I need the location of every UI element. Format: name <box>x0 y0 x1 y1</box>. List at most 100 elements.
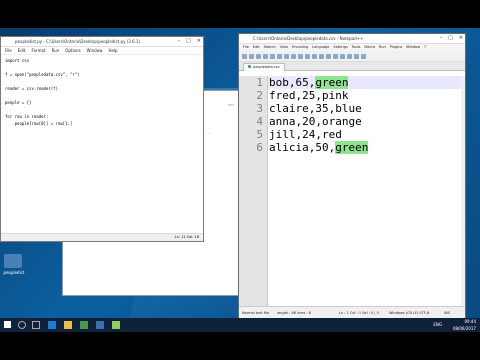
idle-code-area[interactable]: import csv f = open("peopledata.csv", "r… <box>1 55 203 129</box>
zoom-out-icon[interactable] <box>340 53 345 59</box>
close-file-icon[interactable] <box>270 53 275 59</box>
line-number-gutter: 1 2 3 4 5 6 <box>239 76 268 307</box>
console-text: >>> <box>228 103 235 107</box>
text-line: jill,24,red <box>269 128 342 141</box>
menu-options[interactable]: Options <box>65 48 80 53</box>
menu-format[interactable]: Format <box>31 48 45 53</box>
search-icon[interactable] <box>18 321 26 329</box>
python-icon[interactable] <box>96 321 104 329</box>
minimize-icon[interactable]: – <box>440 35 443 41</box>
menu-plugins[interactable]: Plugins <box>390 45 403 49</box>
minimize-icon[interactable]: – <box>178 38 181 44</box>
record-macro-icon[interactable] <box>354 53 359 59</box>
clock-date: 08/06/2017 <box>452 326 476 331</box>
idle-menu-bar: File Edit Format Run Options Window Help <box>1 47 203 55</box>
screen: peopledict >>> ... ... ... peopledict.py… <box>0 0 480 360</box>
line-text: jill,24,red <box>269 128 342 141</box>
play-macro-icon[interactable] <box>361 53 366 59</box>
cut-icon[interactable] <box>284 53 289 59</box>
search-highlight: green <box>315 76 349 89</box>
close-icon[interactable]: ✕ <box>459 35 463 41</box>
menu-encoding[interactable]: Encoding <box>292 45 308 49</box>
undo-icon[interactable] <box>305 53 310 59</box>
zoom-in-icon[interactable] <box>333 53 338 59</box>
menu-run[interactable]: Run <box>52 48 60 53</box>
idle-titlebar[interactable]: peopledict.py - C:\Users\Ontario\Desktop… <box>1 37 203 47</box>
text-line: bob,65,green <box>269 76 349 89</box>
npp-tab-bar: peopledata.csv <box>239 62 465 71</box>
maximize-icon[interactable]: □ <box>448 35 453 41</box>
windows-start-icon[interactable] <box>4 321 11 328</box>
npp-titlebar[interactable]: C:\Users\Ontario\Desktop\peopledata.csv … <box>239 34 465 44</box>
code-line: people = {} <box>5 100 32 105</box>
store-icon[interactable] <box>80 321 88 329</box>
menu-run[interactable]: Run <box>379 45 386 49</box>
tab-peopledata[interactable]: peopledata.csv <box>243 63 285 71</box>
open-file-icon[interactable] <box>249 53 254 59</box>
paste-icon[interactable] <box>298 53 303 59</box>
text-line: anna,20,orange <box>269 115 362 128</box>
desktop-icon-label: peopledict <box>3 270 25 275</box>
menu-window[interactable]: Window <box>406 45 420 49</box>
npp-toolbar <box>239 51 465 62</box>
line-number: 4 <box>256 115 263 128</box>
saved-file-icon <box>248 65 251 68</box>
wrap-icon[interactable] <box>347 53 352 59</box>
npp-menu-bar: File Edit Search View Encoding Language Settin… <box>239 44 465 51</box>
menu-view[interactable]: View <box>280 45 288 49</box>
menu-help[interactable]: ? <box>424 45 426 49</box>
line-text: fred,25,pink <box>269 89 349 102</box>
line-number: 2 <box>256 89 263 102</box>
python-file-icon[interactable] <box>4 254 22 268</box>
file-explorer-icon[interactable] <box>64 321 72 329</box>
menu-language[interactable]: Language <box>312 45 329 49</box>
npp-editor[interactable]: 1 2 3 4 5 6 bob,65,green fred,25,pink cl… <box>239 76 465 307</box>
save-icon[interactable] <box>256 53 261 59</box>
language-indicator[interactable]: ENG <box>433 318 442 332</box>
line-number: 3 <box>256 102 263 115</box>
menu-window[interactable]: Window <box>87 48 103 53</box>
find-icon[interactable] <box>319 53 324 59</box>
menu-tools[interactable]: Tools <box>352 45 361 49</box>
replace-icon[interactable] <box>326 53 331 59</box>
edge-icon[interactable] <box>48 321 56 329</box>
line-number: 5 <box>256 128 263 141</box>
menu-macro[interactable]: Macro <box>364 45 375 49</box>
notepadpp-window[interactable]: C:\Users\Ontario\Desktop\peopledata.csv … <box>238 33 466 320</box>
new-file-icon[interactable] <box>242 53 247 59</box>
npp-title: C:\Users\Ontario\Desktop\peopledata.csv … <box>253 36 364 41</box>
tab-label: peopledata.csv <box>253 65 280 69</box>
menu-edit[interactable]: Edit <box>18 48 26 53</box>
menu-help[interactable]: Help <box>108 48 117 53</box>
system-tray[interactable]: 09:44 08/06/2017 <box>453 318 476 332</box>
copy-icon[interactable] <box>291 53 296 59</box>
line-text: alicia,50, <box>269 141 336 154</box>
menu-settings[interactable]: Settings <box>333 45 347 49</box>
idle-editor-window[interactable]: peopledict.py - C:\Users\Ontario\Desktop… <box>0 36 204 242</box>
text-line: claire,35,blue <box>269 102 362 115</box>
close-icon[interactable]: ✕ <box>197 38 201 44</box>
menu-edit[interactable]: Edit <box>253 45 260 49</box>
menu-search[interactable]: Search <box>264 45 276 49</box>
save-all-icon[interactable] <box>263 53 268 59</box>
code-line: f = open("peopledata.csv", "r") <box>5 72 80 77</box>
task-view-icon[interactable] <box>32 321 40 329</box>
text-line: fred,25,pink <box>269 89 348 102</box>
redo-icon[interactable] <box>312 53 317 59</box>
code-line: reader = csv.reader(f) <box>5 86 58 91</box>
notepadpp-icon[interactable] <box>112 321 120 329</box>
menu-file[interactable]: File <box>243 45 249 49</box>
maximize-icon[interactable]: □ <box>186 38 191 44</box>
clock-time: 09:44 <box>464 319 476 324</box>
idle-title: peopledict.py - C:\Users\Ontario\Desktop… <box>15 39 140 44</box>
print-icon[interactable] <box>277 53 282 59</box>
line-number: 6 <box>256 141 263 154</box>
vertical-scrollbar[interactable] <box>461 76 465 307</box>
line-text: bob,65, <box>269 76 316 89</box>
line-number: 1 <box>256 76 263 89</box>
menu-file[interactable]: File <box>5 48 12 53</box>
